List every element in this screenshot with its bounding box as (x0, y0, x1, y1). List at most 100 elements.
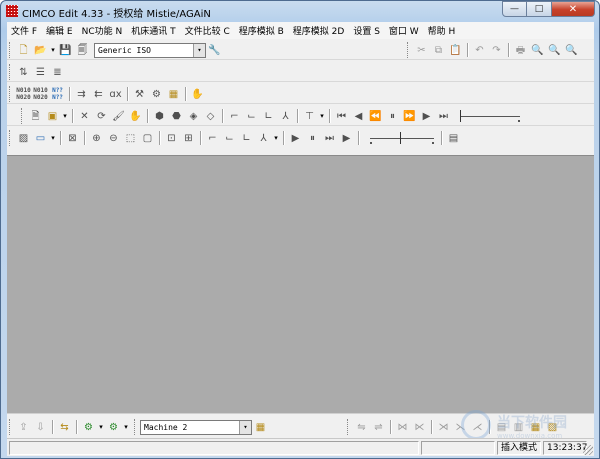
machine-settings-icon[interactable]: 🔧 (207, 43, 222, 58)
toolbar-grip[interactable] (407, 42, 410, 58)
simulation-speed-slider[interactable] (456, 109, 524, 124)
menu-backplot-2d[interactable]: 程序模拟 2D (293, 24, 345, 37)
step-back-icon[interactable]: ◀ (351, 109, 366, 124)
paste-icon[interactable]: 📋 (448, 43, 463, 58)
solid-view-icon[interactable]: ⬢ (152, 109, 167, 124)
tool-path-2-icon[interactable]: ⌙ (244, 109, 259, 124)
view-top-icon[interactable]: ⊡ (164, 131, 179, 146)
calculator-icon[interactable]: ▦ (166, 87, 181, 102)
compare-icon[interactable]: ⇋ (354, 420, 369, 435)
copy-icon[interactable]: ⧉ (431, 43, 446, 58)
cimco-app-icon[interactable] (6, 5, 18, 17)
pan-icon[interactable]: ✋ (128, 109, 143, 124)
menu-nc-functions[interactable]: NC功能 N (82, 24, 123, 37)
new-file-icon[interactable]: 🗋 (16, 43, 31, 58)
tool-path-4-icon[interactable]: ⅄ (278, 109, 293, 124)
tool-path-icon[interactable]: ⌐ (227, 109, 242, 124)
compare-5-icon[interactable]: ⋊ (436, 420, 451, 435)
path-2d-dropdown-icon[interactable]: ▾ (272, 134, 280, 142)
path-2d-3-icon[interactable]: ∟ (239, 131, 254, 146)
path-2d-2-icon[interactable]: ⌙ (222, 131, 237, 146)
step-forward-icon[interactable]: ▶ (419, 109, 434, 124)
math-functions-icon[interactable]: ⚒ (132, 87, 147, 102)
play-2d-icon[interactable]: ▶ (288, 131, 303, 146)
fit-icon[interactable]: ⊠ (65, 131, 80, 146)
maximize-button[interactable]: □ (527, 1, 552, 17)
receive-icon[interactable]: ⇩ (33, 420, 48, 435)
print-icon[interactable]: 🖶 (513, 43, 528, 58)
remove-numbers-icon[interactable]: N010 N020 (33, 87, 48, 102)
menu-file-compare[interactable]: 文件比较 C (185, 24, 230, 37)
toolbar-grip[interactable] (347, 419, 350, 435)
zoom-out-icon[interactable]: ⊖ (106, 131, 121, 146)
port-settings-icon[interactable]: ⚙ (81, 420, 96, 435)
tool-holder-icon[interactable]: ⊤ (302, 109, 317, 124)
find-icon[interactable]: 🔍 (530, 43, 545, 58)
menu-help[interactable]: 帮助 H (428, 24, 456, 37)
path-2d-icon[interactable]: ⌐ (205, 131, 220, 146)
save-all-icon[interactable]: 🗐 (75, 43, 90, 58)
resize-grip-icon[interactable] (583, 445, 593, 455)
next-2d-icon[interactable]: ▶ (339, 131, 354, 146)
open-recent-dropdown-icon[interactable]: ▾ (49, 46, 57, 54)
menu-window[interactable]: 窗口 W (389, 24, 419, 37)
backplot-window-icon[interactable]: ▣ (45, 109, 60, 124)
hand-icon[interactable]: ✋ (190, 87, 205, 102)
title-bar[interactable]: CIMCO Edit 4.33 - 授权给 Mistie/AGAiN — □ ✕ (1, 1, 599, 21)
cross-icon[interactable]: ✕ (77, 109, 92, 124)
menu-edit[interactable]: 编辑 E (46, 24, 73, 37)
chevron-down-icon[interactable]: ▾ (239, 420, 251, 434)
compare-3-icon[interactable]: ⋈ (395, 420, 410, 435)
port-dropdown-2-icon[interactable]: ▾ (122, 423, 130, 431)
solid-view-3-icon[interactable]: ◈ (186, 109, 201, 124)
compare-2-icon[interactable]: ⇌ (371, 420, 386, 435)
format-icon[interactable]: ≣ (50, 65, 65, 80)
step-2d-icon[interactable]: ⏭ (322, 131, 337, 146)
minimize-button[interactable]: — (502, 1, 527, 17)
menu-settings[interactable]: 设置 S (353, 24, 380, 37)
machine-config-icon[interactable]: ▦ (253, 420, 268, 435)
tool-holder-dropdown-icon[interactable]: ▾ (318, 112, 326, 120)
toolbar-grip[interactable] (9, 64, 12, 80)
document-icon[interactable]: 🗎 (28, 109, 43, 124)
view-2d-icon[interactable]: ▨ (16, 131, 31, 146)
solid-view-2-icon[interactable]: ⬣ (169, 109, 184, 124)
replace-icon[interactable]: 🔍 (564, 43, 579, 58)
fast-forward-icon[interactable]: ⏩ (402, 109, 417, 124)
go-first-icon[interactable]: ⏮ (334, 109, 349, 124)
save-icon[interactable]: 💾 (58, 43, 73, 58)
tool-path-3-icon[interactable]: ∟ (261, 109, 276, 124)
machine-type-select[interactable]: Generic ISO ▾ (94, 42, 206, 58)
tool-icon[interactable]: ⚙ (149, 87, 164, 102)
slider-thumb[interactable] (460, 109, 465, 122)
toolbar-grip[interactable] (9, 86, 12, 102)
port-settings-2-icon[interactable]: ⚙ (106, 420, 121, 435)
view-front-icon[interactable]: ⊞ (181, 131, 196, 146)
rotate-icon[interactable]: ⟳ (94, 109, 109, 124)
undo-icon[interactable]: ↶ (472, 43, 487, 58)
brush-icon[interactable]: 🖌 (111, 109, 126, 124)
remove-blocks-icon[interactable]: ⇇ (91, 87, 106, 102)
path-2d-4-icon[interactable]: ⅄ (256, 131, 271, 146)
simulation-2d-speed-slider[interactable] (366, 131, 438, 146)
solid-view-4-icon[interactable]: ◇ (203, 109, 218, 124)
pause-icon[interactable]: ⏸ (385, 109, 400, 124)
toolbar-grip[interactable] (9, 130, 12, 146)
port-dropdown-icon[interactable]: ▾ (97, 423, 105, 431)
slider-thumb[interactable] (400, 131, 405, 144)
send-icon[interactable]: ⇪ (16, 420, 31, 435)
menu-machine-communication[interactable]: 机床通讯 T (131, 24, 175, 37)
close-button[interactable]: ✕ (552, 1, 595, 17)
window-2d-icon[interactable]: ▭ (33, 131, 48, 146)
add-numbers-icon[interactable]: N?? N?? (50, 87, 65, 102)
pause-2d-icon[interactable]: ⏸ (305, 131, 320, 146)
window-2d-dropdown-icon[interactable]: ▾ (49, 134, 57, 142)
toolbar-grip[interactable] (9, 419, 12, 435)
go-last-icon[interactable]: ⏭ (436, 109, 451, 124)
renumber-icon[interactable]: N010 N020 (16, 87, 31, 102)
compare-4-icon[interactable]: ⋉ (412, 420, 427, 435)
menu-file[interactable]: 文件 F (11, 24, 37, 37)
machine-select[interactable]: Machine 2 ▾ (140, 419, 252, 435)
find-next-icon[interactable]: 🔍 (547, 43, 562, 58)
insert-blocks-icon[interactable]: ⇉ (74, 87, 89, 102)
